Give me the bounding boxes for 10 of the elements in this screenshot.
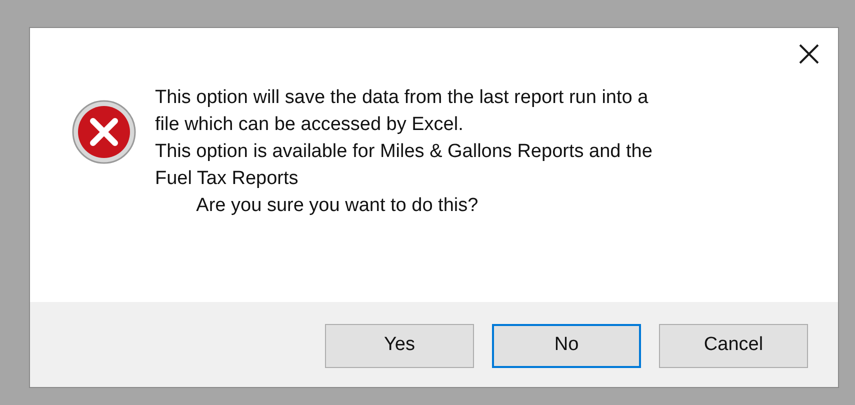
error-icon [71, 99, 137, 165]
message-text: file which can be accessed by Excel. [155, 113, 464, 137]
dialog-button[interactable]: No [492, 324, 641, 368]
message-text: Are you sure you want to do this? [195, 194, 480, 218]
message-text: This option will save the data from the last report run into a [155, 86, 650, 110]
message-text: This option is available for Miles & Gallons Reports and the [155, 140, 652, 164]
message-text: Fuel Tax Reports [155, 167, 300, 191]
close-icon[interactable] [797, 42, 821, 66]
dialog-button[interactable]: Yes [325, 324, 474, 368]
dialog-button[interactable]: Cancel [659, 324, 808, 368]
